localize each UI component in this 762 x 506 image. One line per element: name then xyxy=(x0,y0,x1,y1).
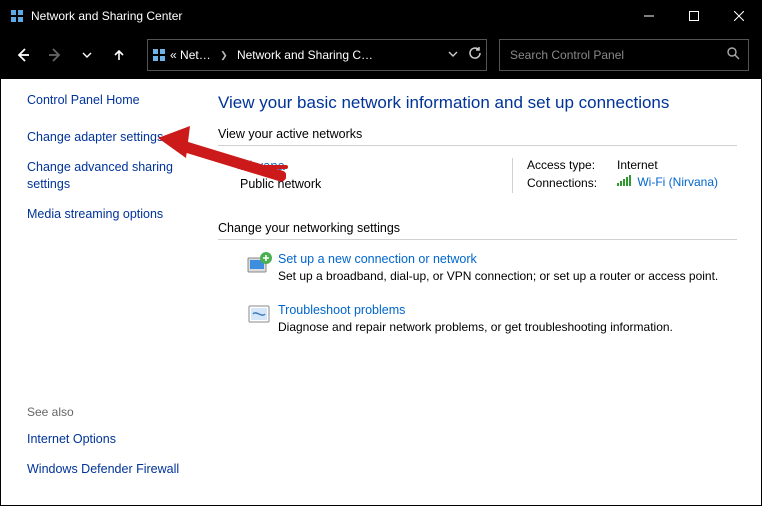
breadcrumb-text: « Net… ❯ Network and Sharing C… xyxy=(170,48,373,62)
sidebar-link-advanced-sharing[interactable]: Change advanced sharing settings xyxy=(27,159,187,193)
access-type-label: Access type: xyxy=(527,158,617,172)
page-heading: View your basic network information and … xyxy=(218,93,737,113)
app-icon xyxy=(9,8,25,24)
access-type-value: Internet xyxy=(617,158,658,172)
sidebar: Control Panel Home Change adapter settin… xyxy=(1,79,206,505)
minimize-button[interactable] xyxy=(626,1,671,31)
address-icon xyxy=(148,48,170,62)
active-network-row: Nirvana Public network Access type: Inte… xyxy=(218,158,737,193)
sidebar-link-adapter[interactable]: Change adapter settings xyxy=(27,129,187,146)
seealso-defender-firewall[interactable]: Windows Defender Firewall xyxy=(27,461,187,478)
sidebar-link-media-streaming[interactable]: Media streaming options xyxy=(27,206,187,223)
troubleshoot-icon xyxy=(242,303,278,333)
address-bar[interactable]: « Net… ❯ Network and Sharing C… xyxy=(147,39,487,71)
address-dropdown[interactable] xyxy=(448,46,458,64)
search-icon[interactable] xyxy=(726,46,740,65)
recent-dropdown[interactable] xyxy=(73,41,101,69)
up-button[interactable] xyxy=(105,41,133,69)
chevron-right-icon: ❯ xyxy=(220,50,228,61)
wifi-signal-icon xyxy=(617,175,631,190)
vertical-divider xyxy=(512,158,513,193)
network-type: Public network xyxy=(240,177,498,191)
setup-connection-item[interactable]: Set up a new connection or network Set u… xyxy=(242,252,737,283)
titlebar: Network and Sharing Center xyxy=(1,1,761,31)
active-networks-label: View your active networks xyxy=(218,127,737,141)
seealso-internet-options[interactable]: Internet Options xyxy=(27,431,187,448)
toolbar: « Net… ❯ Network and Sharing C… xyxy=(1,31,761,79)
setup-connection-title[interactable]: Set up a new connection or network xyxy=(278,252,718,266)
divider xyxy=(218,239,737,240)
network-name: Nirvana xyxy=(240,158,498,173)
seealso-label: See also xyxy=(27,405,200,419)
divider xyxy=(218,145,737,146)
search-bar[interactable] xyxy=(499,39,749,71)
troubleshoot-title[interactable]: Troubleshoot problems xyxy=(278,303,673,317)
refresh-button[interactable] xyxy=(468,46,482,65)
forward-button[interactable] xyxy=(41,41,69,69)
connections-label: Connections: xyxy=(527,176,617,190)
back-button[interactable] xyxy=(9,41,37,69)
search-input[interactable] xyxy=(508,47,726,63)
maximize-button[interactable] xyxy=(671,1,716,31)
main-panel: View your basic network information and … xyxy=(206,79,761,505)
close-button[interactable] xyxy=(716,1,761,31)
troubleshoot-desc: Diagnose and repair network problems, or… xyxy=(278,320,673,334)
setup-connection-desc: Set up a broadband, dial-up, or VPN conn… xyxy=(278,269,718,283)
connection-link[interactable]: Wi-Fi (Nirvana) xyxy=(637,175,718,189)
setup-connection-icon xyxy=(242,252,278,282)
troubleshoot-item[interactable]: Troubleshoot problems Diagnose and repai… xyxy=(242,303,737,334)
content-area: Control Panel Home Change adapter settin… xyxy=(1,79,761,505)
window-title: Network and Sharing Center xyxy=(31,9,626,23)
window-root: Network and Sharing Center xyxy=(0,0,762,506)
control-panel-home-link[interactable]: Control Panel Home xyxy=(27,93,200,107)
change-settings-label: Change your networking settings xyxy=(218,221,737,235)
